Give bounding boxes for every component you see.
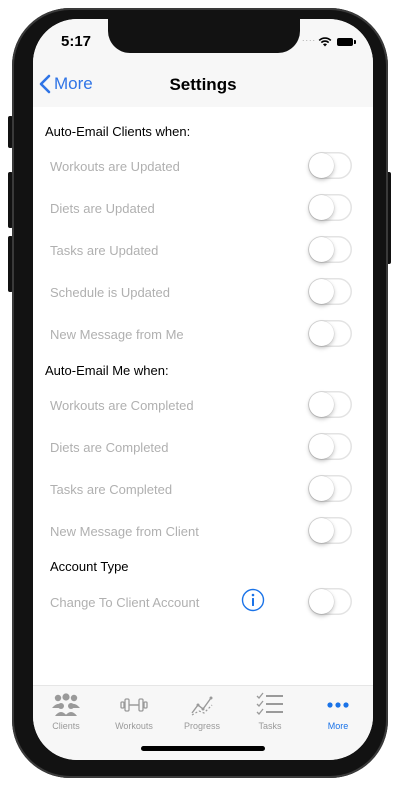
dumbbell-icon [120, 698, 148, 712]
screen: 5:17 .... More Settings Auto-Email Clien… [33, 19, 373, 760]
setting-label-workouts-completed: Workouts are Completed [50, 398, 194, 413]
setting-label-change-to-client-account: Change To Client Account [50, 595, 200, 610]
toggle-workouts-completed[interactable] [308, 391, 352, 418]
setting-label-schedule-updated: Schedule is Updated [50, 285, 170, 300]
page-title: Settings [169, 75, 237, 94]
info-icon[interactable] [241, 588, 265, 612]
tab-label-clients: Clients [52, 721, 80, 731]
navigation-bar: More Settings [33, 63, 373, 107]
tab-tasks[interactable]: Tasks [237, 692, 303, 731]
toggle-knob [309, 321, 334, 346]
toggle-diets-updated[interactable] [308, 194, 352, 221]
status-time: 5:17 [61, 33, 92, 50]
tab-label-tasks: Tasks [258, 721, 282, 731]
section-header-auto-email-clients: Auto-Email Clients when: [45, 124, 191, 139]
setting-label-workouts-updated: Workouts are Updated [50, 159, 180, 174]
tab-label-progress: Progress [183, 721, 220, 731]
toggle-knob [309, 518, 334, 543]
toggle-knob [309, 392, 334, 417]
setting-label-new-message-from-me: New Message from Me [50, 327, 184, 342]
toggle-diets-completed[interactable] [308, 433, 352, 460]
setting-label-new-message-from-client: New Message from Client [50, 524, 199, 539]
setting-label-diets-updated: Diets are Updated [50, 201, 155, 216]
tab-workouts[interactable]: Workouts [101, 692, 167, 731]
more-icon [327, 702, 349, 708]
toggle-new-message-from-me[interactable] [308, 320, 352, 347]
notch [108, 19, 300, 53]
signal-icon: .... [302, 33, 317, 43]
setting-label-tasks-updated: Tasks are Updated [50, 243, 159, 258]
setting-label-tasks-completed: Tasks are Completed [50, 482, 173, 497]
toggle-tasks-updated[interactable] [308, 236, 352, 263]
toggle-workouts-updated[interactable] [308, 152, 352, 179]
tab-progress[interactable]: Progress [169, 692, 235, 731]
toggle-knob [309, 279, 334, 304]
toggle-knob [309, 434, 334, 459]
toggle-change-to-client-account[interactable] [308, 588, 352, 615]
progress-chart-icon [191, 696, 213, 716]
home-indicator [141, 746, 265, 751]
clients-icon [52, 693, 80, 716]
toggle-knob [309, 153, 334, 178]
tab-label-more: More [327, 721, 349, 731]
section-header-account-type: Account Type [50, 559, 129, 574]
tab-clients[interactable]: Clients [33, 692, 99, 731]
toggle-knob [309, 195, 334, 220]
toggle-new-message-from-client[interactable] [308, 517, 352, 544]
tab-label-workouts: Workouts [115, 721, 153, 731]
section-header-auto-email-me: Auto-Email Me when: [45, 363, 169, 378]
toggle-tasks-completed[interactable] [308, 475, 352, 502]
toggle-knob [309, 237, 334, 262]
checklist-icon [256, 692, 283, 715]
setting-label-diets-completed: Diets are Completed [50, 440, 169, 455]
toggle-schedule-updated[interactable] [308, 278, 352, 305]
tab-more[interactable]: More [305, 692, 371, 731]
toggle-knob [309, 476, 334, 501]
battery-icon [337, 38, 356, 46]
wifi-icon [318, 37, 332, 47]
toggle-knob [309, 589, 334, 614]
